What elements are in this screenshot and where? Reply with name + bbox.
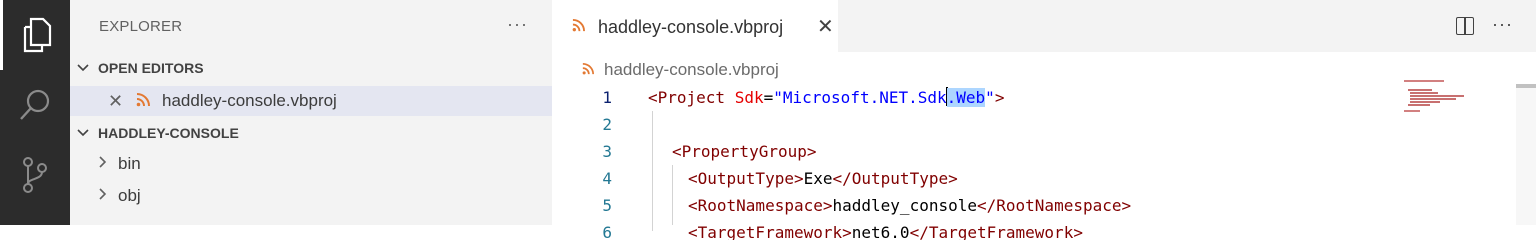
code-line: 5 <RootNamespace>haddley_console</RootNa…: [552, 192, 1412, 219]
explorer-icon[interactable]: [0, 0, 70, 70]
code-line: 2: [552, 111, 1412, 138]
editor-more-button[interactable]: ···: [1492, 14, 1513, 35]
open-editor-filename: haddley-console.vbproj: [162, 91, 337, 110]
folder-label: obj: [118, 186, 141, 205]
line-number: 2: [602, 115, 612, 134]
code-line: 6 <TargetFramework>net6.0</TargetFramewo…: [552, 219, 1412, 240]
project-label: HADDLEY-CONSOLE: [98, 125, 239, 141]
code-line: 3 <PropertyGroup>: [552, 138, 1412, 165]
scrollbar-thumb[interactable]: [1516, 84, 1536, 88]
open-editors-label: OPEN EDITORS: [98, 60, 204, 76]
line-text: <Project Sdk="Microsoft.NET.Sdk.Web">: [648, 87, 1005, 107]
editor-area: haddley-console.vbproj ✕ ··· haddley-con…: [552, 0, 1536, 240]
text-selection: .Web: [946, 88, 986, 107]
sidebar-title: EXPLORER: [99, 18, 183, 35]
vertical-scrollbar[interactable]: [1516, 84, 1536, 225]
tab-label: haddley-console.vbproj: [598, 17, 784, 37]
chevron-down-icon: [76, 60, 90, 76]
line-text: <RootNamespace>haddley_console</RootName…: [688, 196, 1132, 215]
code-line: 1 <Project Sdk="Microsoft.NET.Sdk.Web">: [552, 84, 1412, 111]
chevron-down-icon: [76, 125, 90, 141]
xml-file-icon: [572, 19, 585, 35]
open-editors-header[interactable]: OPEN EDITORS: [70, 55, 552, 81]
tab-haddley-console-vbproj[interactable]: haddley-console.vbproj ✕: [552, 0, 838, 52]
sidebar-more-button[interactable]: ···: [507, 14, 528, 35]
code-line: 4 <OutputType>Exe</OutputType>: [552, 165, 1412, 192]
folder-item-obj[interactable]: obj: [70, 181, 552, 211]
line-text: <PropertyGroup>: [672, 142, 817, 161]
open-editor-item[interactable]: ✕ haddley-console.vbproj: [70, 86, 552, 116]
line-text: <OutputType>Exe</OutputType>: [688, 169, 958, 188]
project-header[interactable]: HADDLEY-CONSOLE: [70, 120, 552, 146]
close-icon[interactable]: ✕: [817, 14, 834, 39]
explorer-sidebar: EXPLORER ··· OPEN EDITORS ✕ haddley-cons…: [70, 0, 552, 225]
line-number: 6: [602, 223, 612, 240]
xml-file-icon: [582, 62, 594, 78]
minimap[interactable]: [1404, 80, 1480, 120]
source-control-icon[interactable]: [0, 140, 70, 210]
search-icon[interactable]: [0, 70, 70, 140]
line-text: <TargetFramework>net6.0</TargetFramework…: [688, 223, 1083, 240]
activity-bar: [0, 0, 70, 225]
line-number: 1: [602, 88, 612, 107]
line-number: 3: [602, 142, 612, 161]
breadcrumb-file: haddley-console.vbproj: [604, 60, 779, 79]
line-number: 5: [602, 196, 612, 215]
close-editor-icon[interactable]: ✕: [108, 91, 123, 112]
tab-bar: haddley-console.vbproj ✕ ···: [552, 0, 1536, 52]
chevron-right-icon: [98, 187, 108, 206]
breadcrumb[interactable]: haddley-console.vbproj: [582, 60, 779, 80]
line-number: 4: [602, 169, 612, 188]
chevron-right-icon: [98, 155, 108, 174]
folder-label: bin: [118, 154, 141, 173]
split-editor-icon[interactable]: [1456, 17, 1474, 35]
xml-file-icon: [136, 93, 150, 110]
folder-item-bin[interactable]: bin: [70, 149, 552, 179]
